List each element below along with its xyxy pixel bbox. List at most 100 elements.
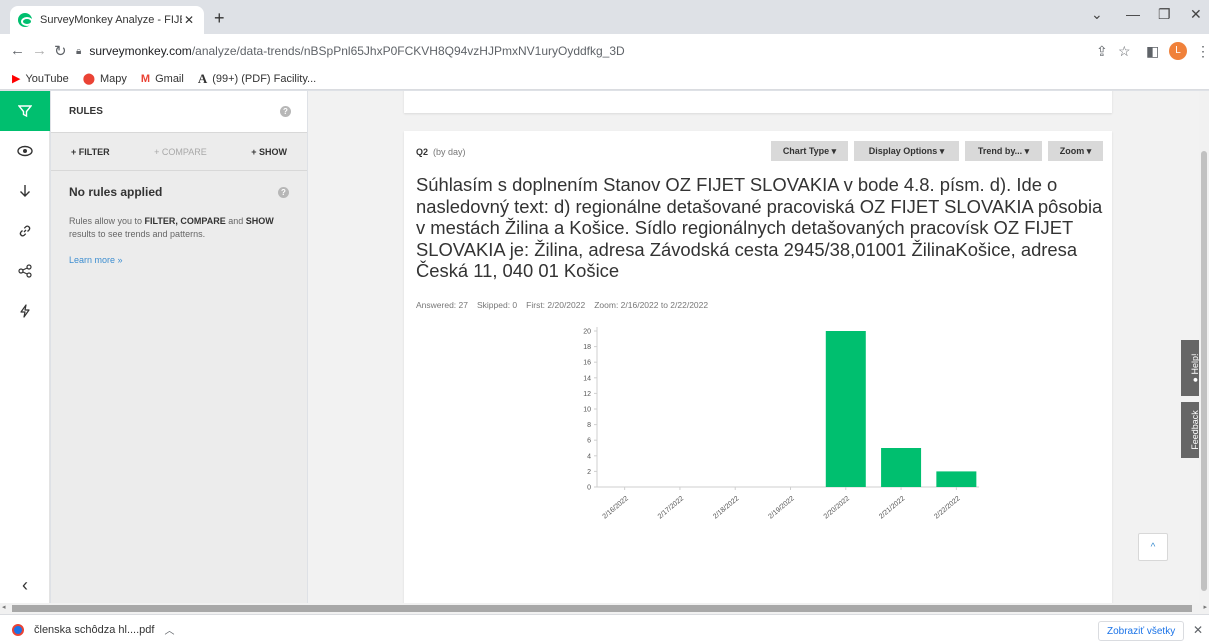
maximize-icon[interactable]: ❐ — [1158, 6, 1171, 23]
bar — [881, 448, 922, 487]
share-page-icon[interactable]: ⇪ — [1096, 43, 1108, 60]
rail-insights-button[interactable] — [0, 291, 50, 331]
tab-close-icon[interactable]: ✕ — [182, 13, 196, 27]
rail-view-button[interactable] — [0, 131, 50, 171]
bookmark-a-icon: A — [197, 70, 208, 86]
url-bar[interactable]: 🔒︎ surveymonkey.com/analyze/data-trends/… — [76, 41, 625, 61]
rules-panel: RULES ? + FILTER + COMPARE + SHOW No rul… — [51, 91, 307, 603]
answered-count: Answered: 27 — [416, 300, 468, 310]
add-compare-button[interactable]: + COMPARE — [154, 147, 207, 157]
chevron-up-icon[interactable]: ︿ — [164, 622, 174, 637]
x-tick-label: 2/16/2022 — [602, 495, 630, 520]
x-tick-label: 2/19/2022 — [767, 495, 795, 520]
eye-icon — [17, 145, 33, 157]
y-tick-label: 14 — [583, 375, 591, 382]
previous-question-card — [404, 91, 1112, 113]
new-tab-button[interactable]: + — [214, 8, 225, 29]
trend-by-button[interactable]: Trend by... ▾ — [965, 141, 1042, 161]
chart-type-button[interactable]: Chart Type ▾ — [771, 141, 848, 161]
rail-share-button[interactable] — [0, 251, 50, 291]
chevron-up-icon: ^ — [1150, 541, 1156, 553]
question-card: Q2 (by day) Chart Type ▾ Display Options… — [404, 131, 1112, 603]
maps-icon: ⬤ — [82, 73, 96, 85]
zoom-range: Zoom: 2/16/2022 to 2/22/2022 — [594, 300, 709, 310]
tab-title: SurveyMonkey Analyze - FIJET hl — [40, 14, 182, 26]
forward-icon[interactable]: → — [32, 42, 47, 59]
bookmark-label: Gmail — [155, 72, 184, 85]
scroll-left-arrow-icon[interactable]: ◂ — [2, 603, 6, 611]
y-tick-label: 20 — [583, 329, 591, 336]
help-icon[interactable]: ? — [278, 186, 289, 198]
bar — [936, 471, 977, 487]
profile-avatar[interactable]: L — [1169, 42, 1187, 60]
y-tick-label: 0 — [587, 485, 591, 492]
x-tick-label: 2/18/2022 — [712, 495, 740, 520]
bookmark-label: (99+) (PDF) Facility... — [212, 72, 317, 85]
help-icon[interactable]: ? — [280, 106, 291, 117]
bookmark-youtube[interactable]: ▶ YouTube — [12, 72, 69, 86]
back-icon[interactable]: ← — [10, 42, 25, 59]
chrome-file-icon — [12, 623, 24, 636]
trend-bar-chart: 0 2 4 6 8 10 12 14 16 18 20 2/16/2022 2/17/2022 2/18/… — [583, 327, 979, 521]
scrollbar-thumb[interactable] — [1201, 151, 1207, 591]
chevron-left-icon: ‹ — [22, 574, 28, 595]
scroll-to-top-button[interactable]: ^ — [1138, 533, 1168, 561]
side-panel-icon[interactable]: ◧ — [1146, 43, 1159, 60]
browser-tab[interactable]: SurveyMonkey Analyze - FIJET hl ✕ — [10, 6, 204, 34]
url-host: surveymonkey.com — [89, 44, 192, 58]
browser-tab-strip: SurveyMonkey Analyze - FIJET hl ✕ + ⌄ — … — [0, 0, 1209, 34]
zoom-button[interactable]: Zoom ▾ — [1048, 141, 1103, 161]
rules-empty-state: No rules applied ? Rules allow you to FI… — [51, 171, 307, 265]
star-icon[interactable]: ☆ — [1118, 43, 1131, 60]
question-title: Súhlasím s doplnením Stanov OZ FIJET SLO… — [416, 174, 1103, 281]
display-options-button[interactable]: Display Options ▾ — [854, 141, 959, 161]
youtube-icon: ▶ — [12, 73, 21, 85]
skipped-count: Skipped: 0 — [476, 300, 518, 310]
scroll-right-arrow-icon[interactable]: ▸ — [1203, 603, 1207, 611]
bookmark-label: YouTube — [25, 72, 69, 85]
rules-actions: + FILTER + COMPARE + SHOW — [51, 133, 307, 171]
bookmark-mapy[interactable]: ⬤ Mapy — [82, 72, 127, 86]
add-show-button[interactable]: + SHOW — [251, 147, 287, 157]
bookmarks-bar: ▶ YouTube ⬤ Mapy M Gmail A (99+) (PDF) F… — [0, 68, 1209, 90]
close-download-bar-icon[interactable]: ✕ — [1193, 623, 1203, 637]
rules-description: Rules allow you to FILTER, COMPARE and S… — [69, 216, 274, 239]
question-stats: Answered: 27 Skipped: 0 First: 2/20/2022… — [416, 300, 708, 310]
menu-icon[interactable]: ⋮ — [1196, 43, 1209, 60]
y-tick-label: 16 — [583, 360, 591, 367]
reload-icon[interactable]: ↻ — [54, 42, 67, 60]
surveymonkey-favicon-icon — [18, 13, 33, 27]
question-id: Q2 — [416, 147, 429, 157]
y-tick-label: 18 — [583, 344, 591, 351]
x-tick-label: 2/20/2022 — [823, 495, 851, 520]
x-tick-label: 2/17/2022 — [657, 495, 685, 520]
y-tick-label: 8 — [587, 422, 591, 429]
minimize-icon[interactable]: — — [1126, 6, 1140, 22]
scrollbar-thumb[interactable] — [12, 605, 1192, 612]
download-filename: členska schôdza hl....pdf — [34, 623, 155, 636]
bookmark-gmail[interactable]: M Gmail — [141, 73, 184, 85]
y-tick-label: 12 — [583, 391, 591, 398]
close-window-icon[interactable]: ✕ — [1190, 6, 1202, 23]
rail-link-button[interactable] — [0, 211, 50, 251]
collapse-sidebar-button[interactable]: ‹ — [0, 567, 50, 603]
lightning-icon — [20, 304, 30, 318]
link-icon — [19, 225, 31, 237]
lock-icon: 🔒︎ — [76, 45, 82, 57]
download-item[interactable]: členska schôdza hl....pdf ︿ — [12, 622, 174, 637]
learn-more-link[interactable]: Learn more » — [69, 255, 289, 265]
first-response-date: First: 2/20/2022 — [526, 300, 586, 310]
horizontal-scrollbar[interactable]: ◂ ▸ — [0, 603, 1209, 614]
tab-search-icon[interactable]: ⌄ — [1091, 6, 1103, 23]
y-tick-label: 2 — [587, 469, 591, 476]
no-rules-heading: No rules applied — [69, 185, 163, 199]
show-all-downloads-button[interactable]: Zobraziť všetky — [1098, 621, 1185, 641]
add-filter-button[interactable]: + FILTER — [71, 147, 110, 157]
x-tick-label: 2/22/2022 — [933, 495, 961, 520]
rail-export-button[interactable] — [0, 171, 50, 211]
rail-filter-button[interactable] — [0, 91, 50, 131]
bookmark-facility[interactable]: A (99+) (PDF) Facility... — [198, 71, 316, 87]
bar — [825, 331, 866, 487]
vertical-scrollbar[interactable] — [1199, 91, 1209, 603]
x-tick-label: 2/21/2022 — [878, 495, 906, 520]
